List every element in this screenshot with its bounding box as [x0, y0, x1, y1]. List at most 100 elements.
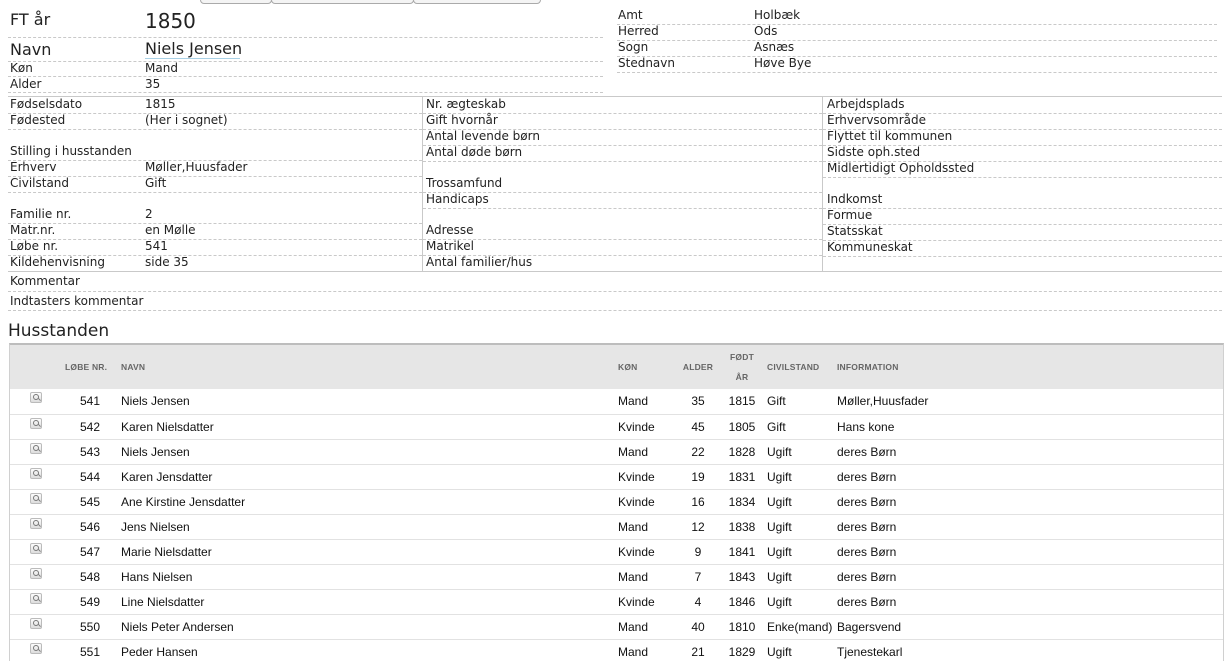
- view-record-button[interactable]: [10, 614, 62, 640]
- divider: [8, 61, 603, 62]
- divider: [8, 239, 422, 240]
- view-record-button[interactable]: [10, 564, 62, 590]
- cell-koen: Kvinde: [618, 414, 673, 440]
- cell-navn: Ane Kirstine Jensdatter: [118, 489, 618, 515]
- cell-foedt-aar: 1828: [723, 439, 761, 465]
- cell-alder: 35: [673, 389, 723, 415]
- magnifier-icon[interactable]: [30, 567, 42, 579]
- cell-alder: 19: [673, 464, 723, 490]
- cell-information: Møller,Huusfader: [837, 389, 1223, 415]
- cell-navn: Hans Nielsen: [118, 564, 618, 590]
- view-record-button[interactable]: [10, 439, 62, 465]
- magnifier-icon[interactable]: [30, 517, 42, 529]
- sidste-ophsted-label: Sidste oph.sted: [827, 145, 921, 159]
- civilstand-label: Civilstand: [10, 176, 70, 190]
- col-header-foedt[interactable]: FØDT ÅR: [723, 345, 761, 389]
- cell-civilstand: Ugift: [761, 439, 837, 465]
- trossamfund-label: Trossamfund: [426, 176, 503, 190]
- cell-koen: Kvinde: [618, 489, 673, 515]
- cell-foedt-aar: 1846: [723, 589, 761, 615]
- table-row[interactable]: 551 Peder Hansen Mand 21 1829 Ugift Tjenesteka…: [10, 639, 1223, 661]
- grid-top-border: [8, 96, 1222, 97]
- cell-koen: Mand: [618, 389, 673, 415]
- cell-civilstand: Gift: [761, 414, 837, 440]
- magnifier-icon[interactable]: [30, 392, 42, 404]
- view-record-button[interactable]: [10, 464, 62, 490]
- top-tab-2[interactable]: [271, 0, 414, 4]
- magnifier-icon[interactable]: [30, 467, 42, 479]
- aegteskab-label: Nr. ægteskab: [426, 97, 506, 111]
- magnifier-icon[interactable]: [30, 417, 42, 429]
- cell-civilstand: Ugift: [761, 564, 837, 590]
- familie-label: Familie nr.: [10, 207, 72, 221]
- indtaster-kommentar-label: Indtasters kommentar: [10, 294, 144, 308]
- view-record-button[interactable]: [10, 389, 62, 415]
- arbejdsplads-label: Arbejdsplads: [827, 97, 905, 111]
- erhverv-value: Møller,Huusfader: [145, 160, 248, 174]
- table-row[interactable]: 543 Niels Jensen Mand 22 1828 Ugift deres Børn: [10, 439, 1223, 465]
- top-tab-3[interactable]: [413, 0, 541, 4]
- magnifier-icon[interactable]: [30, 442, 42, 454]
- view-record-button[interactable]: [10, 514, 62, 540]
- col-header-navn[interactable]: NAVN: [118, 345, 618, 389]
- cell-loebe-nr: 543: [62, 439, 118, 465]
- magnifier-icon[interactable]: [30, 542, 42, 554]
- view-record-button[interactable]: [10, 414, 62, 440]
- table-row[interactable]: 545 Ane Kirstine Jensdatter Kvinde 16 1834 Ug…: [10, 489, 1223, 515]
- view-record-button[interactable]: [10, 489, 62, 515]
- cell-information: Tjenestekarl: [837, 639, 1223, 661]
- magnifier-icon[interactable]: [30, 642, 42, 654]
- stednavn-label: Stednavn: [618, 56, 675, 70]
- column-divider: [822, 96, 823, 271]
- cell-navn: Jens Nielsen: [118, 514, 618, 540]
- cell-alder: 9: [673, 539, 723, 565]
- cell-navn: Line Nielsdatter: [118, 589, 618, 615]
- cell-navn: Peder Hansen: [118, 639, 618, 661]
- cell-alder: 21: [673, 639, 723, 661]
- cell-information: Hans kone: [837, 414, 1223, 440]
- table-row[interactable]: 544 Karen Jensdatter Kvinde 19 1831 Ugift dere…: [10, 464, 1223, 490]
- view-record-button[interactable]: [10, 639, 62, 661]
- col-header-icon: [10, 345, 62, 389]
- familie-value: 2: [145, 207, 153, 221]
- stednavn-value: Høve Bye: [754, 56, 812, 70]
- magnifier-icon[interactable]: [30, 592, 42, 604]
- table-row[interactable]: 541 Niels Jensen Mand 35 1815 Gift Møller,Huus…: [10, 389, 1223, 415]
- magnifier-icon[interactable]: [30, 492, 42, 504]
- midlertidigt-label: Midlertidigt Opholdssted: [827, 161, 975, 175]
- view-record-button[interactable]: [10, 539, 62, 565]
- table-row[interactable]: 548 Hans Nielsen Mand 7 1843 Ugift deres Børn: [10, 564, 1223, 590]
- cell-information: deres Børn: [837, 589, 1223, 615]
- cell-civilstand: Gift: [761, 389, 837, 415]
- table-row[interactable]: 550 Niels Peter Andersen Mand 40 1810 Enke(ma…: [10, 614, 1223, 640]
- cell-alder: 4: [673, 589, 723, 615]
- divider: [617, 24, 1217, 25]
- col-header-koen[interactable]: KØN: [618, 345, 673, 389]
- cell-navn: Karen Jensdatter: [118, 464, 618, 490]
- cell-koen: Kvinde: [618, 539, 673, 565]
- view-record-button[interactable]: [10, 589, 62, 615]
- table-row[interactable]: 547 Marie Nielsdatter Kvinde 9 1841 Ugift dere…: [10, 539, 1223, 565]
- cell-foedt-aar: 1838: [723, 514, 761, 540]
- col-header-civilstand[interactable]: CIVILSTAND: [761, 345, 837, 389]
- col-header-alder[interactable]: ALDER: [673, 345, 723, 389]
- cell-civilstand: Enke(mand): [761, 614, 837, 640]
- col-header-information[interactable]: INFORMATION: [837, 345, 1223, 389]
- magnifier-icon[interactable]: [30, 617, 42, 629]
- stilling-label: Stilling i husstanden: [10, 144, 132, 158]
- ft-year: 1850: [145, 9, 196, 33]
- table-row[interactable]: 549 Line Nielsdatter Kvinde 4 1846 Ugift deres…: [10, 589, 1223, 615]
- cell-information: deres Børn: [837, 489, 1223, 515]
- divider: [423, 208, 822, 209]
- comments-top-border: [8, 271, 1222, 272]
- table-row[interactable]: 546 Jens Nielsen Mand 12 1838 Ugift deres Børn: [10, 514, 1223, 540]
- cell-civilstand: Ugift: [761, 514, 837, 540]
- col-header-loebe[interactable]: LØBE NR.: [62, 345, 118, 389]
- col-header-foedt-line1: FØDT: [730, 352, 754, 362]
- table-row[interactable]: 542 Karen Nielsdatter Kvinde 45 1805 Gift Hans…: [10, 414, 1223, 440]
- adresse-label: Adresse: [426, 223, 474, 237]
- cell-foedt-aar: 1805: [723, 414, 761, 440]
- doede-boern-label: Antal døde børn: [426, 145, 523, 159]
- top-tab-1[interactable]: [200, 0, 272, 4]
- person-name: Niels Jensen: [145, 39, 243, 58]
